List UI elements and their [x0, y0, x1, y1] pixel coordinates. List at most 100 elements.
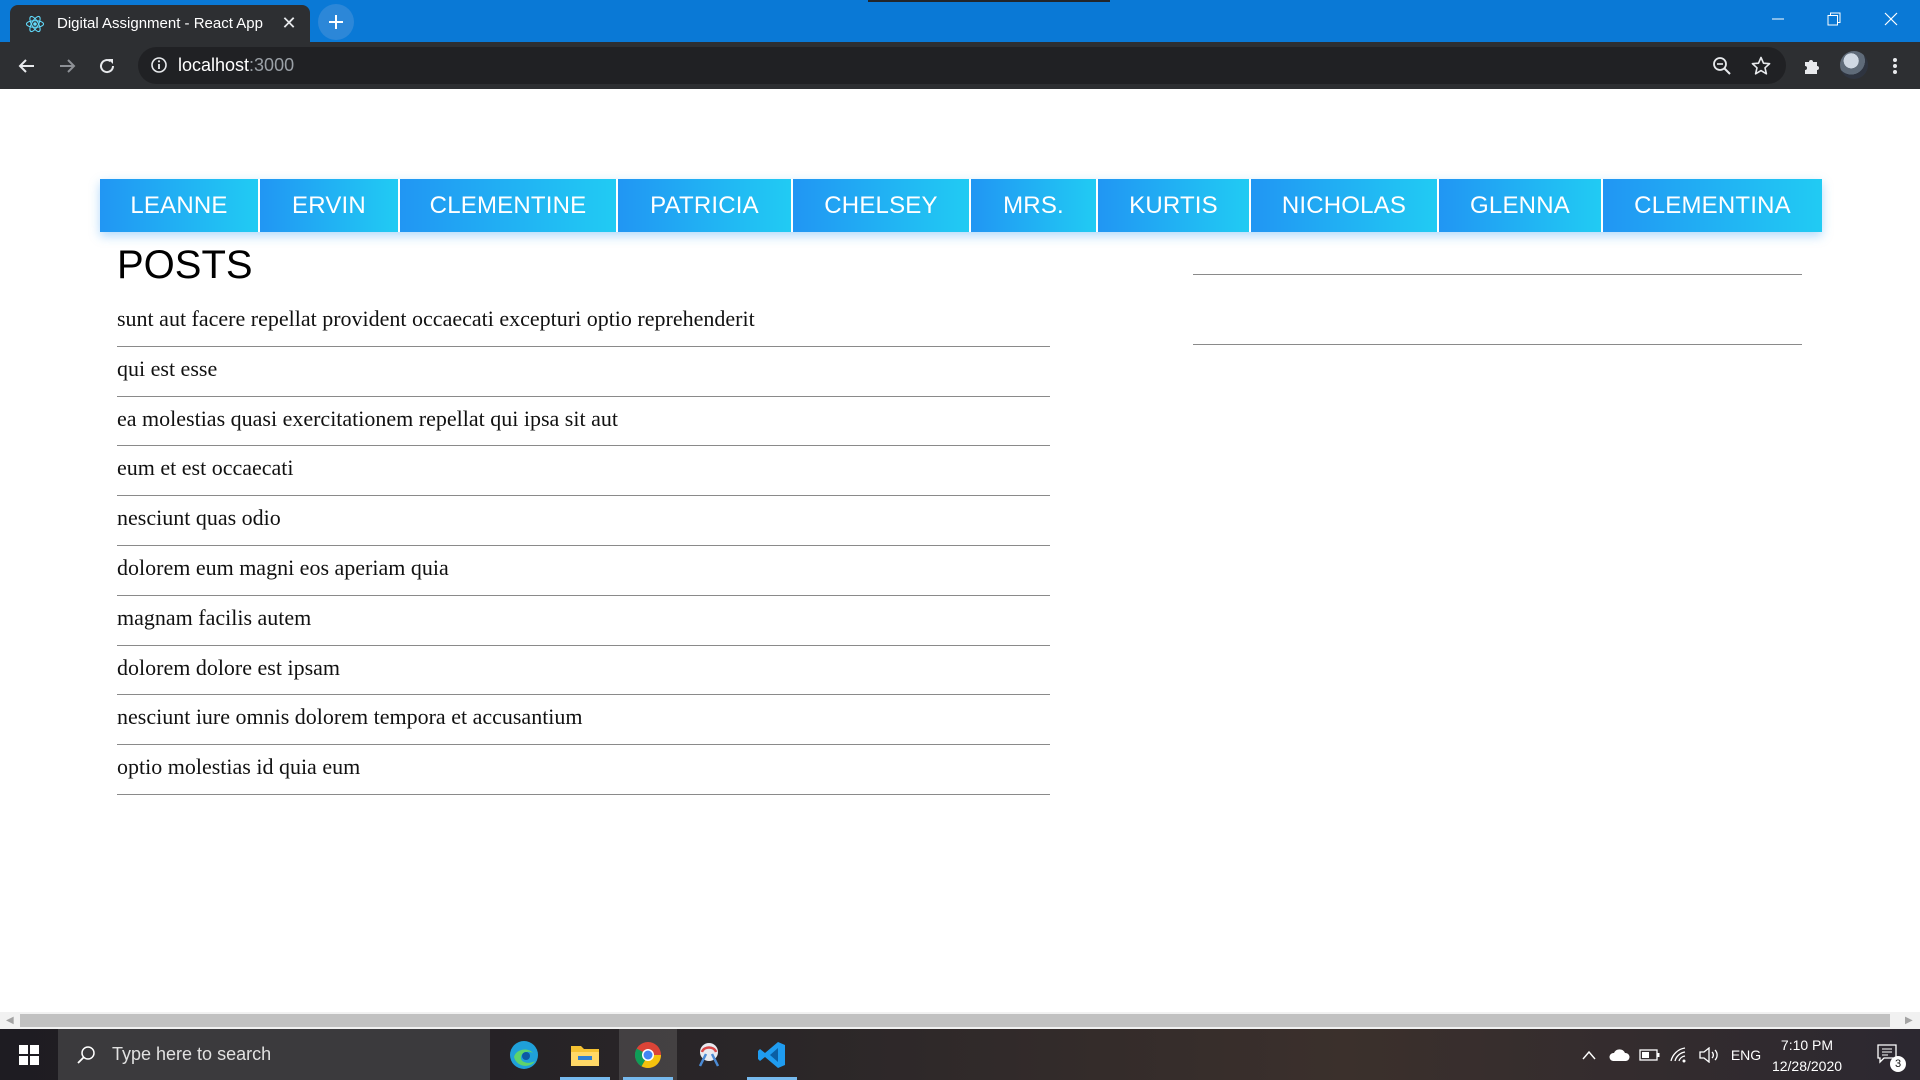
puzzle-icon: [1805, 60, 1819, 74]
drag-region-indicator: [868, 0, 1110, 2]
tab-title: Digital Assignment - React App: [57, 15, 263, 32]
back-button[interactable]: [12, 51, 42, 81]
post-item[interactable]: eum et est occaecati: [117, 446, 1050, 497]
post-title: dolorem dolore est ipsam: [117, 654, 341, 680]
nav-item-glenna[interactable]: GLENNA: [1439, 179, 1601, 232]
snipping-tool-icon: [698, 1042, 720, 1067]
plus-icon: [329, 15, 343, 29]
scroll-left-icon[interactable]: ◀: [6, 1015, 14, 1026]
edge-icon: [510, 1040, 538, 1069]
post-title: magnam facilis autem: [117, 604, 312, 630]
minimize-button[interactable]: [1750, 0, 1806, 38]
arrow-left-icon: [18, 59, 34, 73]
user-nav-bar: LEANNE ERVIN CLEMENTINE PATRICIA CHELSEY…: [100, 179, 1822, 232]
post-item[interactable]: ea molestias quasi exercitationem repell…: [117, 397, 1050, 447]
scrollbar-thumb[interactable]: [20, 1014, 1890, 1027]
nav-item-clementine[interactable]: CLEMENTINE: [400, 179, 616, 232]
nav-item-patricia[interactable]: PATRICIA: [618, 179, 791, 232]
reload-button[interactable]: [92, 51, 122, 81]
nav-item-leanne[interactable]: LEANNE: [100, 179, 258, 232]
restore-button[interactable]: [1806, 0, 1862, 38]
post-title: nesciunt iure omnis dolorem tempora et a…: [117, 704, 583, 730]
language-indicator[interactable]: ENG: [1728, 1029, 1764, 1080]
post-item[interactable]: nesciunt quas odio: [117, 496, 1050, 546]
post-item[interactable]: nesciunt iure omnis dolorem tempora et a…: [117, 695, 1050, 746]
windows-taskbar: Type here to search ENG 7:10 PM 12/28/20…: [0, 1029, 1920, 1080]
browser-tab-strip: Digital Assignment - React App ✕: [0, 0, 1920, 42]
react-icon: [25, 14, 45, 34]
edge-app[interactable]: [495, 1029, 553, 1080]
browser-toolbar: localhost:3000: [0, 42, 1920, 89]
chrome-icon: [634, 1041, 662, 1068]
nav-item-ervin[interactable]: ERVIN: [260, 179, 398, 232]
search-icon: [77, 1045, 95, 1064]
show-hidden-icons[interactable]: [1578, 1029, 1600, 1080]
snip-app[interactable]: [680, 1029, 738, 1080]
posts-list: sunt aut facere repellat provident occae…: [117, 297, 1050, 795]
wifi-icon: [1670, 1046, 1686, 1062]
vscode-app[interactable]: [743, 1029, 801, 1080]
horizontal-scrollbar[interactable]: ◀ ▶: [0, 1012, 1920, 1029]
battery-tray[interactable]: [1637, 1029, 1663, 1080]
file-explorer-app[interactable]: [556, 1029, 614, 1080]
notification-badge: 3: [1890, 1056, 1906, 1072]
windows-logo-icon: [19, 1044, 39, 1065]
clock-time: 7:10 PM: [1780, 1037, 1834, 1053]
arrow-right-icon: [60, 59, 76, 73]
menu-button[interactable]: [1880, 51, 1910, 81]
post-title: nesciunt quas odio: [117, 505, 281, 531]
post-title: optio molestias id quia eum: [117, 754, 361, 780]
info-icon[interactable]: [150, 56, 168, 74]
bookmark-star-icon[interactable]: [1750, 55, 1772, 77]
post-item[interactable]: magnam facilis autem: [117, 596, 1050, 646]
vscode-icon: [758, 1041, 785, 1068]
post-item[interactable]: dolorem eum magni eos aperiam quia: [117, 546, 1050, 596]
browser-tab[interactable]: Digital Assignment - React App ✕: [10, 5, 310, 42]
nav-item-kurtis[interactable]: KURTIS: [1098, 179, 1249, 232]
taskbar-search[interactable]: Type here to search: [58, 1029, 490, 1080]
close-tab-icon[interactable]: ✕: [280, 13, 298, 34]
volume-tray[interactable]: [1697, 1029, 1723, 1080]
search-placeholder: Type here to search: [112, 1044, 272, 1064]
cloud-icon: [1609, 1048, 1630, 1061]
nav-item-mrs[interactable]: MRS.: [971, 179, 1096, 232]
taskbar-clock[interactable]: 7:10 PM 12/28/2020: [1764, 1035, 1850, 1077]
wifi-tray[interactable]: [1667, 1029, 1693, 1080]
zoom-icon[interactable]: [1711, 55, 1733, 77]
detail-panel-divider: [1193, 274, 1802, 275]
post-item[interactable]: qui est esse: [117, 347, 1050, 397]
new-tab-button[interactable]: [318, 4, 354, 40]
post-title: ea molestias quasi exercitationem repell…: [117, 405, 618, 431]
detail-panel-divider: [1193, 344, 1802, 345]
speaker-icon: [1699, 1046, 1718, 1063]
post-title: dolorem eum magni eos aperiam quia: [117, 554, 449, 580]
scroll-right-icon[interactable]: ▶: [1905, 1015, 1913, 1026]
post-item[interactable]: dolorem dolore est ipsam: [117, 646, 1050, 696]
battery-icon: [1639, 1048, 1660, 1061]
url-port: :3000: [249, 55, 295, 75]
nav-item-chelsey[interactable]: CHELSEY: [793, 179, 969, 232]
chrome-app[interactable]: [619, 1029, 677, 1080]
close-icon: [1884, 12, 1898, 26]
nav-item-clementina[interactable]: CLEMENTINA: [1603, 179, 1822, 232]
clock-date: 12/28/2020: [1771, 1058, 1843, 1074]
profile-avatar[interactable]: [1840, 51, 1868, 79]
forward-button[interactable]: [52, 51, 82, 81]
action-center-button[interactable]: 3: [1866, 1029, 1910, 1080]
folder-icon: [571, 1045, 599, 1066]
minimize-icon: [1772, 18, 1784, 20]
post-title: sunt aut facere repellat provident occae…: [117, 306, 755, 331]
more-vertical-icon: [1893, 58, 1897, 74]
nav-item-nicholas[interactable]: NICHOLAS: [1251, 179, 1437, 232]
onedrive-tray[interactable]: [1606, 1029, 1632, 1080]
post-title: qui est esse: [117, 355, 218, 381]
posts-heading: POSTS: [117, 243, 253, 287]
post-item[interactable]: optio molestias id quia eum: [117, 745, 1050, 795]
start-button[interactable]: [0, 1029, 58, 1080]
close-window-button[interactable]: [1863, 0, 1919, 38]
url-host: localhost: [178, 55, 250, 75]
post-item[interactable]: sunt aut facere repellat provident occae…: [117, 297, 1050, 347]
address-bar[interactable]: localhost:3000: [138, 47, 1786, 84]
extensions-button[interactable]: [1797, 51, 1827, 81]
chevron-up-icon: [1582, 1050, 1596, 1059]
